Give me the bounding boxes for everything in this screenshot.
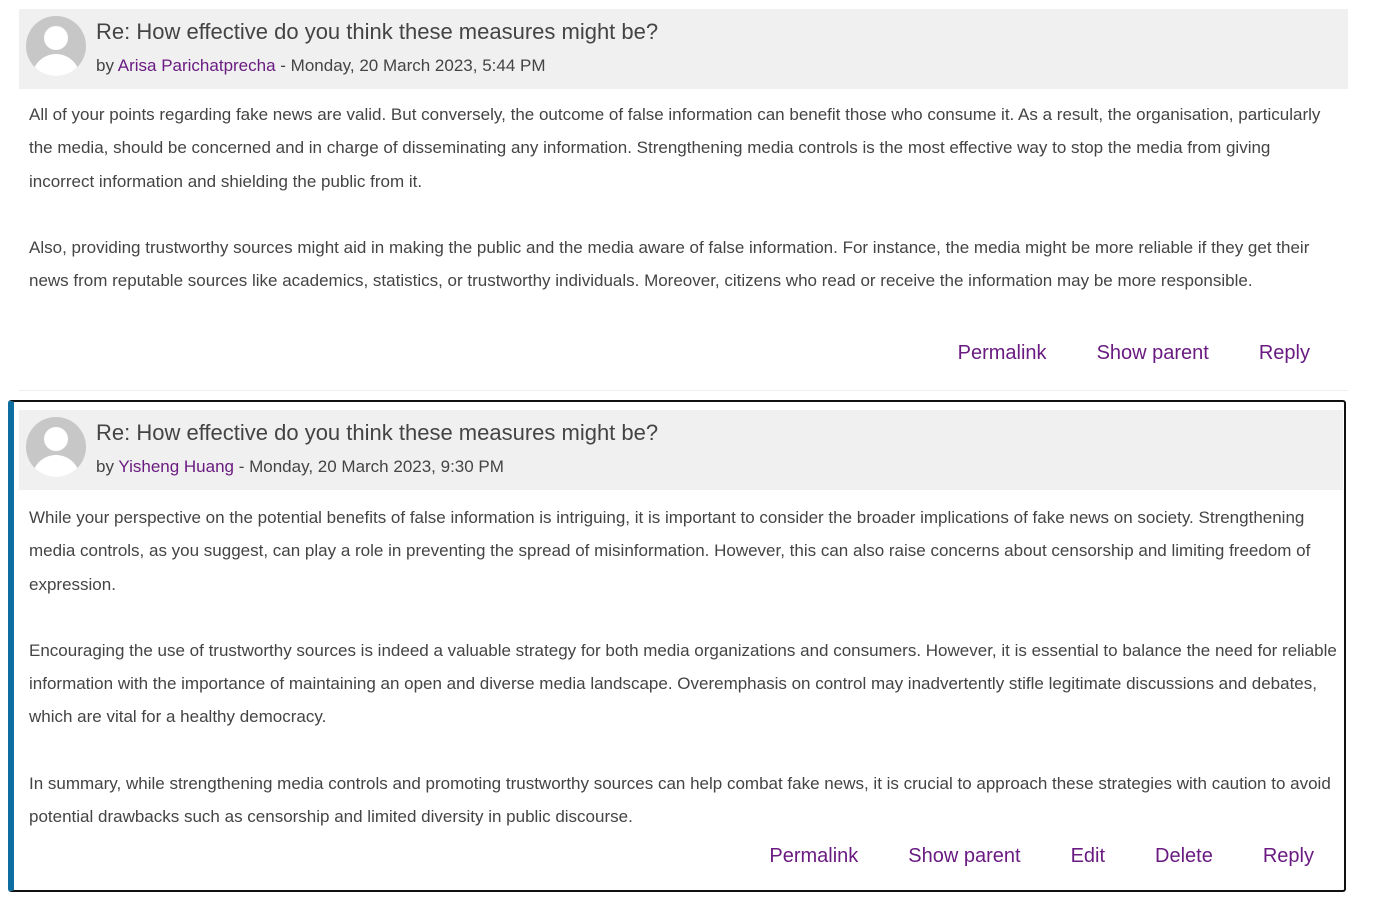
date-separator: -	[234, 457, 250, 476]
post-paragraph: Also, providing trustworthy sources migh…	[29, 237, 1310, 291]
post-subject: Re: How effective do you think these mea…	[96, 420, 659, 445]
date-separator: -	[275, 56, 291, 75]
user-avatar-icon[interactable]	[26, 417, 86, 477]
post-date: Monday, 20 March 2023, 9:30 PM	[249, 457, 504, 476]
author-link[interactable]: Arisa Parichatprecha	[118, 56, 276, 75]
post-actions: Permalink Show parent Reply	[908, 342, 1310, 365]
delete-link[interactable]: Delete	[1155, 845, 1213, 868]
post-byline: by Arisa Parichatprecha - Monday, 20 Mar…	[96, 56, 546, 76]
show-parent-link[interactable]: Show parent	[908, 845, 1020, 868]
post-paragraph: In summary, while strengthening media co…	[29, 773, 1331, 827]
edit-link[interactable]: Edit	[1071, 845, 1105, 868]
post-header: Re: How effective do you think these mea…	[19, 9, 1348, 89]
by-prefix: by	[96, 457, 119, 476]
reply-link[interactable]: Reply	[1259, 342, 1310, 365]
post-header: Re: How effective do you think these mea…	[19, 410, 1343, 490]
post-subject: Re: How effective do you think these mea…	[96, 19, 659, 44]
post-date: Monday, 20 March 2023, 5:44 PM	[290, 56, 546, 75]
show-parent-link[interactable]: Show parent	[1097, 342, 1209, 365]
author-link[interactable]: Yisheng Huang	[118, 457, 234, 476]
reply-link[interactable]: Reply	[1263, 845, 1314, 868]
post-paragraph: All of your points regarding fake news a…	[29, 105, 1321, 191]
post-paragraph: While your perspective on the potential …	[29, 508, 1311, 594]
permalink-link[interactable]: Permalink	[958, 342, 1047, 365]
forum-post-focused: Re: How effective do you think these mea…	[8, 400, 1346, 892]
post-paragraph: Encouraging the use of trustworthy sourc…	[29, 640, 1337, 727]
post-actions: Permalink Show parent Edit Delete Reply	[719, 845, 1314, 868]
forum-discussion: Re: How effective do you think these mea…	[0, 0, 1375, 912]
by-prefix: by	[96, 56, 118, 75]
permalink-link[interactable]: Permalink	[769, 845, 858, 868]
post-byline: by Yisheng Huang - Monday, 20 March 2023…	[96, 457, 504, 477]
forum-post: Re: How effective do you think these mea…	[19, 9, 1348, 391]
post-content: All of your points regarding fake news a…	[29, 98, 1339, 330]
user-avatar-icon[interactable]	[26, 16, 86, 76]
post-content: While your perspective on the potential …	[29, 501, 1339, 866]
